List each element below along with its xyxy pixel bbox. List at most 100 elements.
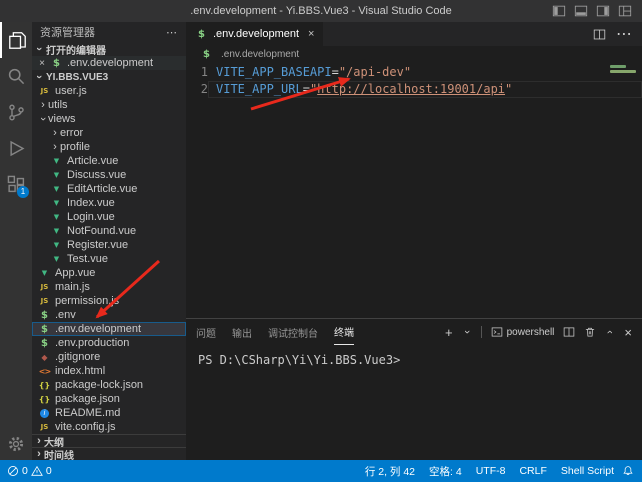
file-tree-item[interactable]: JSvite.config.js [32, 420, 186, 434]
file-tree-item[interactable]: ▼Discuss.vue [32, 168, 186, 182]
git-file-icon: ◆ [38, 353, 51, 362]
file-tree-item[interactable]: <>index.html [32, 364, 186, 378]
file-label: App.vue [55, 267, 95, 279]
maximize-panel-chevron-up-icon[interactable]: › [605, 327, 615, 337]
file-tree-item[interactable]: {}package.json [32, 392, 186, 406]
file-tree-item[interactable]: ▼NotFound.vue [32, 224, 186, 238]
notifications-bell[interactable] [622, 465, 642, 477]
file-label: package.json [55, 393, 120, 405]
outline-section-header[interactable]: › 大纲 [32, 434, 186, 447]
shell-file-icon: $ [200, 49, 213, 60]
code-token: VITE_APP_BASEAPI [216, 65, 332, 79]
toggle-panel-icon[interactable] [574, 4, 588, 18]
eol[interactable]: CRLF [519, 465, 546, 477]
sidebar-title: 资源管理器 [40, 24, 95, 40]
code-line-text[interactable]: VITE_APP_URL="http://localhost:19001/api… [208, 81, 642, 98]
file-tree-item[interactable]: ▼Test.vue [32, 252, 186, 266]
open-editor-item[interactable]: × $ .env.development [32, 56, 186, 70]
language-mode[interactable]: Shell Script [561, 465, 614, 477]
file-tree-item[interactable]: $.env.production [32, 336, 186, 350]
code-line-text[interactable]: VITE_APP_BASEAPI="/api-dev" [208, 64, 642, 81]
file-tree-item[interactable]: ▼Index.vue [32, 196, 186, 210]
file-label: .env.development [55, 323, 141, 335]
folder-tree-item[interactable]: ›views [32, 112, 186, 126]
activity-source-control[interactable] [0, 94, 32, 130]
panel-tab-problems[interactable]: 问题 [196, 319, 216, 345]
timeline-section-header[interactable]: › 时间线 [32, 447, 186, 460]
file-tree-item[interactable]: ◆.gitignore [32, 350, 186, 364]
error-circle-icon [7, 465, 19, 477]
activity-explorer[interactable] [0, 22, 32, 58]
panel-tab-debug-console[interactable]: 调试控制台 [268, 319, 318, 345]
encoding[interactable]: UTF-8 [476, 465, 506, 477]
file-tree-item[interactable]: ▼Login.vue [32, 210, 186, 224]
shell-file-icon: $ [195, 29, 208, 40]
file-label: NotFound.vue [67, 225, 136, 237]
file-label: utils [48, 99, 68, 111]
code-token: = [303, 82, 310, 96]
toggle-secondary-sidebar-icon[interactable] [596, 4, 610, 18]
file-label: .env [55, 309, 76, 321]
code-editor[interactable]: 1VITE_APP_BASEAPI="/api-dev"2VITE_APP_UR… [186, 62, 642, 318]
line-number: 2 [186, 81, 208, 98]
file-tree-item[interactable]: $.env [32, 308, 186, 322]
split-editor-icon[interactable] [593, 28, 606, 41]
file-tree-item[interactable]: JSuser.js [32, 84, 186, 98]
file-label: error [60, 127, 83, 139]
breadcrumb[interactable]: $ .env.development [186, 46, 642, 62]
activity-extensions[interactable]: 1 [0, 166, 32, 202]
divider [481, 326, 482, 338]
chevron-down-icon: › [34, 72, 44, 82]
file-tree-item[interactable]: JSpermission.js [32, 294, 186, 308]
kill-terminal-trash-icon[interactable] [584, 326, 596, 338]
activity-settings[interactable] [0, 428, 32, 460]
problems-status[interactable]: 0 0 [7, 465, 52, 477]
layout-controls [552, 4, 642, 18]
file-label: Login.vue [67, 211, 115, 223]
chevron-right-icon: › [38, 100, 48, 110]
toggle-sidebar-icon[interactable] [552, 4, 566, 18]
sidebar-title-row: 资源管理器 ⋯ [32, 22, 186, 42]
activity-search[interactable] [0, 58, 32, 94]
file-label: Discuss.vue [67, 169, 126, 181]
panel-tab-terminal[interactable]: 终端 [334, 319, 354, 345]
open-editors-header[interactable]: › 打开的编辑器 [32, 42, 186, 56]
close-panel-icon[interactable]: × [624, 326, 632, 339]
activity-run-debug[interactable] [0, 130, 32, 166]
minimap[interactable] [608, 62, 642, 318]
file-label: views [48, 113, 76, 125]
file-tree-item[interactable]: JSmain.js [32, 280, 186, 294]
terminal-dropdown-chevron-icon[interactable]: › [462, 327, 472, 337]
status-right: 行 2, 列 42 空格: 4 UTF-8 CRLF Shell Script [365, 464, 622, 479]
cursor-position[interactable]: 行 2, 列 42 [365, 464, 415, 479]
split-terminal-icon[interactable] [563, 326, 575, 338]
file-label: Article.vue [67, 155, 118, 167]
open-editor-label: .env.development [67, 57, 153, 69]
folder-tree-item[interactable]: ›utils [32, 98, 186, 112]
file-tree-item[interactable]: ▼App.vue [32, 266, 186, 280]
close-icon[interactable]: × [36, 58, 48, 69]
terminal-output[interactable]: PS D:\CSharp\Yi\Yi.BBS.Vue3> [186, 345, 642, 460]
customize-layout-icon[interactable] [618, 4, 632, 18]
project-header[interactable]: › YI.BBS.VUE3 [32, 70, 186, 84]
vue-file-icon: ▼ [50, 185, 63, 193]
file-tree-item[interactable]: $.env.development [32, 322, 186, 336]
folder-tree-item[interactable]: ›error [32, 126, 186, 140]
more-actions-icon[interactable]: ⋯ [166, 26, 178, 39]
panel-tab-output[interactable]: 输出 [232, 319, 252, 345]
terminal-instance-powershell[interactable]: powershell [491, 326, 555, 338]
file-tree-item[interactable]: ▼Article.vue [32, 154, 186, 168]
indentation[interactable]: 空格: 4 [429, 464, 462, 479]
minimap-line-mark [610, 70, 636, 73]
new-terminal-icon[interactable]: + [445, 326, 453, 339]
folder-tree-item[interactable]: ›profile [32, 140, 186, 154]
file-tree-item[interactable]: ▼EditArticle.vue [32, 182, 186, 196]
tab-env-development[interactable]: $ .env.development × [186, 22, 323, 46]
file-tree-item[interactable]: ▼Register.vue [32, 238, 186, 252]
file-tree-item[interactable]: {}package-lock.json [32, 378, 186, 392]
terminal-prompt-line: PS D:\CSharp\Yi\Yi.BBS.Vue3> [198, 353, 400, 367]
window-title: .env.development - Yi.BBS.Vue3 - Visual … [0, 5, 642, 17]
more-actions-icon[interactable]: ⋯ [616, 24, 632, 44]
file-tree-item[interactable]: iREADME.md [32, 406, 186, 420]
close-tab-icon[interactable]: × [308, 28, 314, 40]
